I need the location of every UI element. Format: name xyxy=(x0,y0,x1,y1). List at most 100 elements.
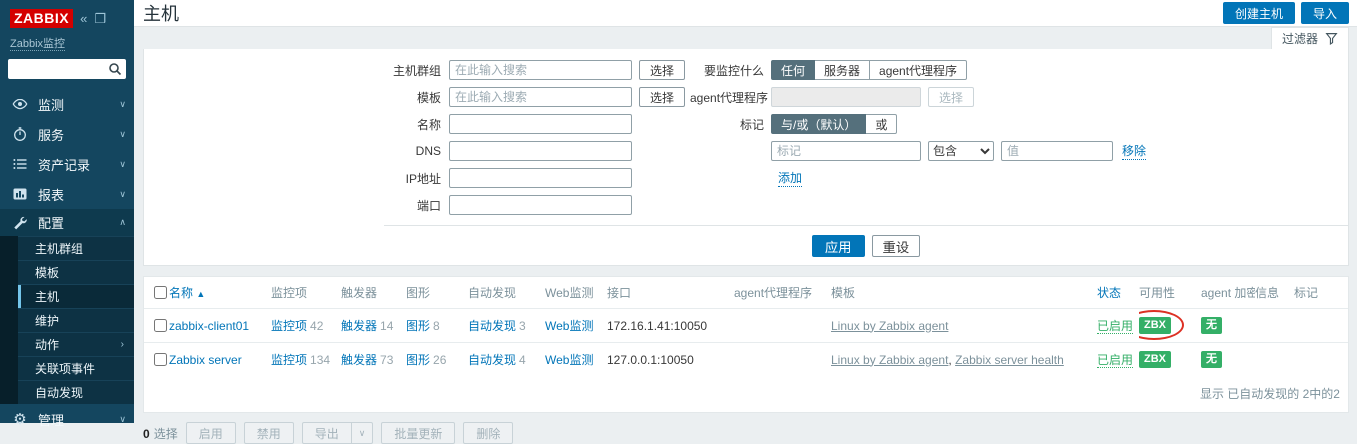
mass-action-bar: 0 选择 启用 禁用 导出 ∨ 批量更新 删除 xyxy=(143,422,1349,444)
submenu-label: 关联项事件 xyxy=(35,362,96,376)
templates-label: 模板 xyxy=(416,90,441,105)
collapse-sidebar-icon[interactable]: « xyxy=(80,12,87,25)
menu-item-inventory[interactable]: 资产记录 ∨ xyxy=(0,149,134,179)
triggers-link[interactable]: 触发器 xyxy=(341,353,377,367)
create-host-button[interactable]: 创建主机 xyxy=(1222,2,1295,24)
graphs-count: 8 xyxy=(433,319,440,333)
status-enabled-link[interactable]: 已启用 xyxy=(1097,319,1134,334)
triggers-link[interactable]: 触发器 xyxy=(341,319,377,333)
delete-button: 删除 xyxy=(463,422,514,444)
tags-label: 标记 xyxy=(739,117,764,132)
host-name-link[interactable]: zabbix-client01 xyxy=(169,319,249,333)
col-triggers: 触发器 xyxy=(341,286,378,300)
main-menu: 监测 ∨ 服务 ∨ 资产记录 ∨ 报表 ∨ 配置 ∧ 主机群组 模板 主机 维护… xyxy=(0,89,134,434)
items-link[interactable]: 监控项 xyxy=(271,353,307,367)
sort-by-status-header[interactable]: 状态 xyxy=(1097,286,1121,300)
submenu-item-event-correlation[interactable]: 关联项事件 xyxy=(18,356,134,380)
submenu-item-templates[interactable]: 模板 xyxy=(18,260,134,284)
export-button: 导出 xyxy=(301,422,352,444)
port-input[interactable] xyxy=(449,195,632,215)
tag-match-select[interactable]: 包含 xyxy=(928,141,994,161)
col-web: Web监测 xyxy=(545,286,594,300)
submenu-item-discovery[interactable]: 自动发现 xyxy=(18,380,134,404)
web-link[interactable]: Web监测 xyxy=(545,353,593,367)
host-groups-input[interactable] xyxy=(449,60,632,80)
menu-label: 管理 xyxy=(38,412,65,428)
items-link[interactable]: 监控项 xyxy=(271,319,307,333)
menu-item-services[interactable]: 服务 ∨ xyxy=(0,119,134,149)
disable-button: 禁用 xyxy=(243,422,294,444)
tag-name-input[interactable] xyxy=(771,141,921,161)
apply-button[interactable]: 应用 xyxy=(811,235,865,257)
mass-update-button: 批量更新 xyxy=(381,422,456,444)
submenu-item-actions[interactable]: 动作 › xyxy=(18,332,134,356)
submenu-label: 维护 xyxy=(35,314,60,328)
name-label: 名称 xyxy=(416,117,441,132)
selected-count: 0 选择 xyxy=(143,426,178,441)
search-icon[interactable] xyxy=(107,61,123,77)
filter-tab[interactable]: 过滤器 xyxy=(1270,27,1349,49)
name-input[interactable] xyxy=(449,114,632,134)
submenu-label: 主机群组 xyxy=(35,242,84,256)
discovery-link[interactable]: 自动发现 xyxy=(468,353,516,367)
discovery-link[interactable]: 自动发现 xyxy=(468,319,516,333)
template-link[interactable]: Linux by Zabbix agent xyxy=(831,319,948,333)
menu-label: 资产记录 xyxy=(38,157,91,173)
funnel-icon xyxy=(1325,32,1338,45)
row-checkbox[interactable] xyxy=(154,353,167,366)
server-name-link[interactable]: Zabbix监控 xyxy=(10,35,124,51)
filter-tab-label: 过滤器 xyxy=(1281,32,1318,46)
port-label: 端口 xyxy=(416,198,441,213)
template-link[interactable]: Linux by Zabbix agent xyxy=(831,353,948,367)
enable-button: 启用 xyxy=(185,422,236,444)
tag-add-link[interactable]: 添加 xyxy=(778,169,803,187)
table-header-row: 名称 ▲ 监控项 触发器 图形 自动发现 Web监测 接口 agent代理程序 … xyxy=(144,277,1348,309)
menu-item-reports[interactable]: 报表 ∨ xyxy=(0,179,134,209)
dns-label: DNS xyxy=(415,144,441,158)
availability-zbx-badge: ZBX xyxy=(1139,317,1171,334)
templates-select-button[interactable]: 选择 xyxy=(639,87,686,107)
submenu-item-maintenance[interactable]: 维护 xyxy=(18,308,134,332)
tags-andor-button[interactable]: 与/或（默认） xyxy=(771,114,867,134)
graphs-link[interactable]: 图形 xyxy=(406,353,430,367)
monitored-by-any-button[interactable]: 任何 xyxy=(771,60,816,80)
page-header: 主机 创建主机 导入 xyxy=(134,0,1357,27)
tag-remove-link[interactable]: 移除 xyxy=(1122,142,1147,160)
wrench-icon xyxy=(12,215,28,231)
ip-input[interactable] xyxy=(449,168,632,188)
reset-button[interactable]: 重设 xyxy=(871,235,921,257)
submenu-item-host-groups[interactable]: 主机群组 xyxy=(18,236,134,260)
templates-input[interactable] xyxy=(449,87,632,107)
submenu-label: 动作 xyxy=(35,338,60,352)
host-groups-label: 主机群组 xyxy=(392,63,441,78)
row-checkbox[interactable] xyxy=(154,319,167,332)
status-enabled-link[interactable]: 已启用 xyxy=(1097,353,1134,368)
monitored-by-segmented: 任何 服务器 agent代理程序 xyxy=(771,60,968,80)
col-info: 信息 xyxy=(1255,286,1280,300)
menu-item-configuration[interactable]: 配置 ∧ xyxy=(0,209,134,236)
col-items: 监控项 xyxy=(271,286,308,300)
info-cell xyxy=(1255,308,1294,343)
select-all-checkbox[interactable] xyxy=(154,286,167,299)
sort-by-name-header[interactable]: 名称 ▲ xyxy=(169,286,205,300)
interface-cell: 127.0.0.1:10050 xyxy=(607,342,734,376)
submenu-item-hosts[interactable]: 主机 xyxy=(18,284,134,308)
host-groups-select-button[interactable]: 选择 xyxy=(639,60,686,80)
import-button[interactable]: 导入 xyxy=(1300,2,1349,24)
interface-cell: 172.16.1.41:10050 xyxy=(607,308,734,343)
monitored-by-server-button[interactable]: 服务器 xyxy=(815,60,871,80)
proxy-cell xyxy=(734,342,831,376)
dns-input[interactable] xyxy=(449,141,632,161)
web-link[interactable]: Web监测 xyxy=(545,319,593,333)
popout-icon[interactable]: ❒ xyxy=(94,12,106,25)
tags-or-button[interactable]: 或 xyxy=(866,114,898,134)
monitored-by-proxy-button[interactable]: agent代理程序 xyxy=(870,60,968,80)
host-name-link[interactable]: Zabbix server xyxy=(169,353,242,367)
zabbix-logo[interactable]: ZABBIX xyxy=(10,9,74,28)
proxy-input xyxy=(771,87,921,107)
menu-item-administration[interactable]: ⚙ 管理 ∨ xyxy=(0,404,134,434)
tag-value-input[interactable] xyxy=(1001,141,1113,161)
menu-item-monitoring[interactable]: 监测 ∨ xyxy=(0,89,134,119)
template-link[interactable]: Zabbix server health xyxy=(955,353,1064,367)
graphs-link[interactable]: 图形 xyxy=(406,319,430,333)
